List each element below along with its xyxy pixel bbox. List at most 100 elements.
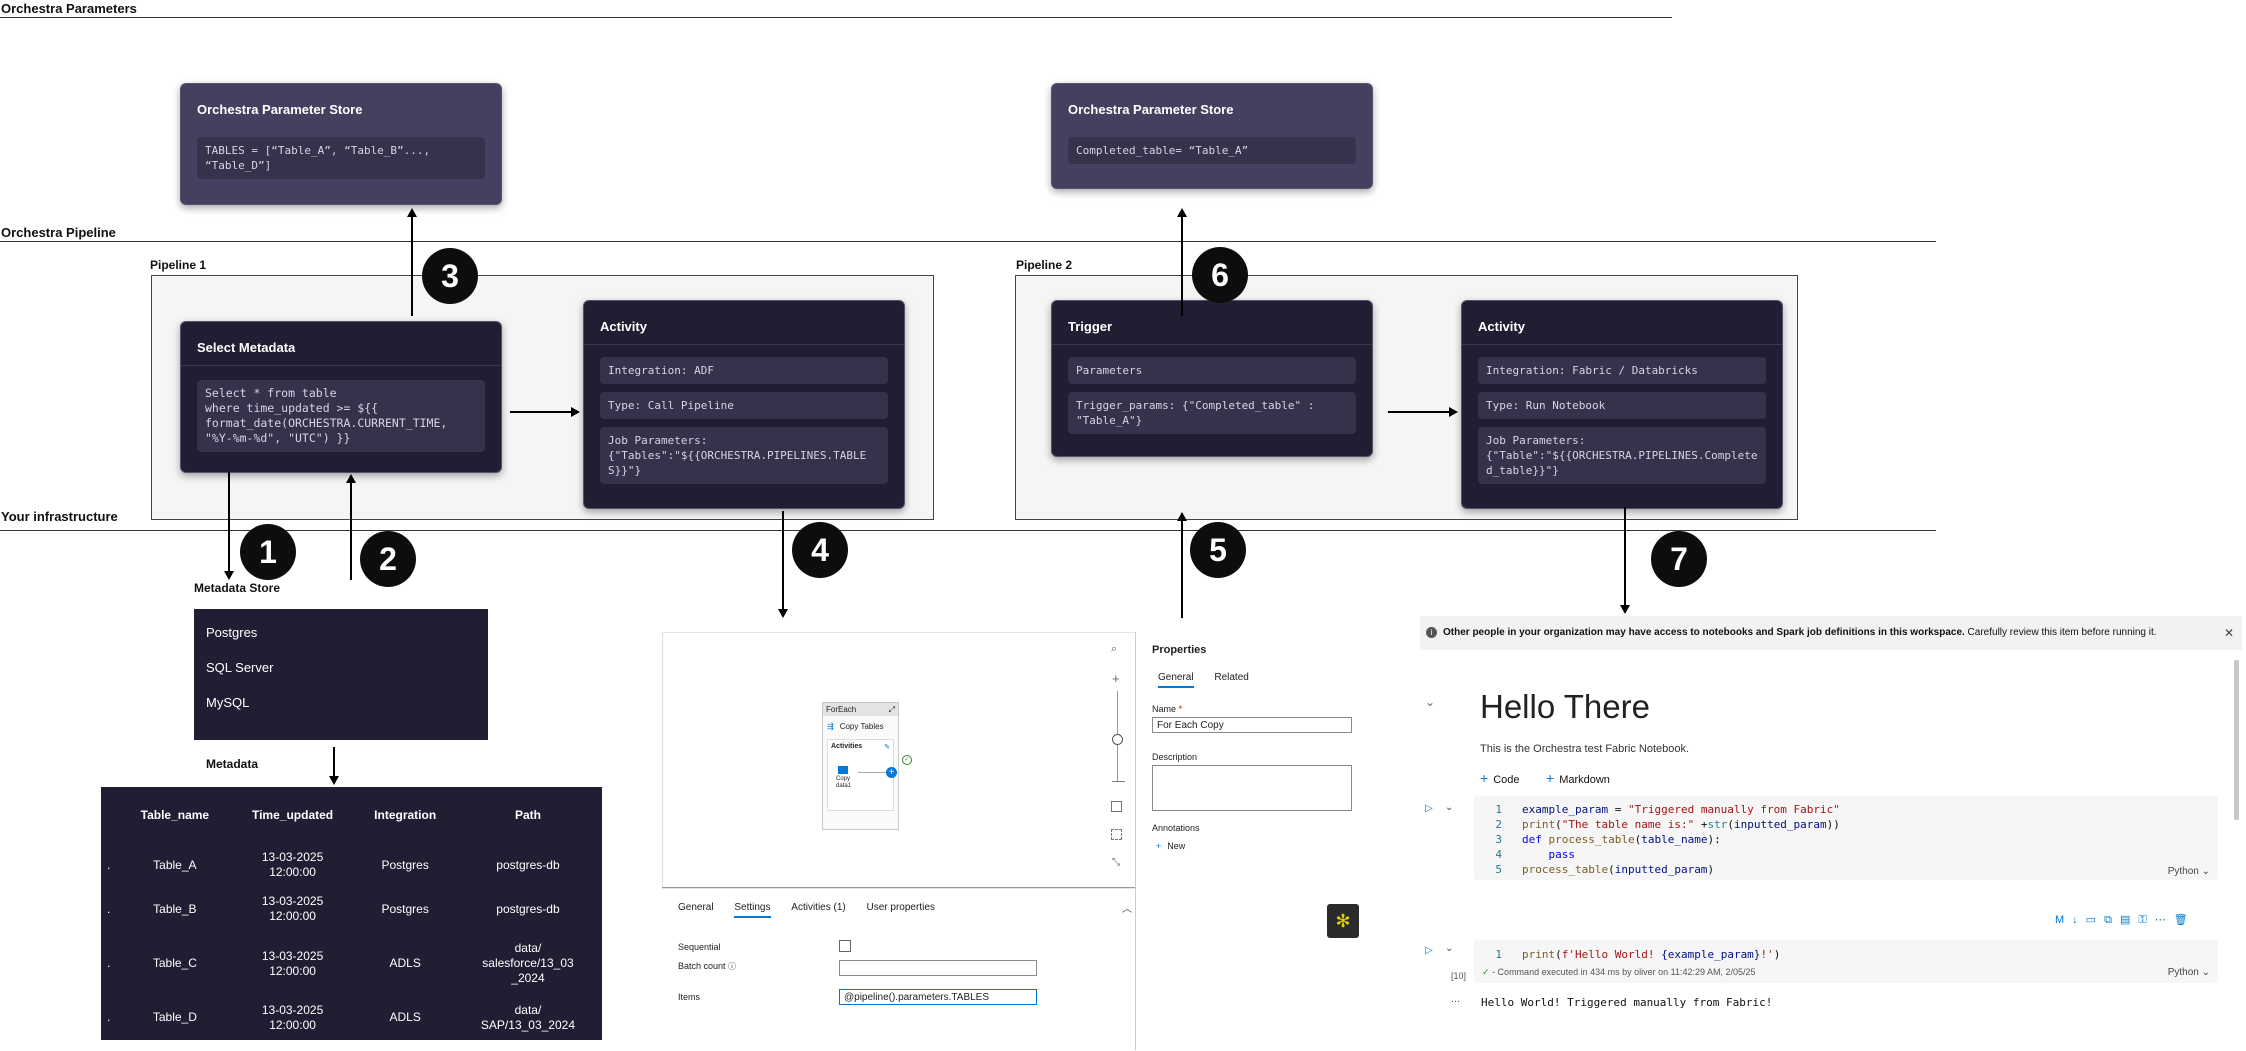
items-label: Items [678,992,701,1002]
metadata-table: Table_name Time_updated Integration Path… [101,787,602,1040]
output-ellipsis[interactable]: ... [1451,993,1460,1005]
arrow-head [346,474,356,483]
arrow-1-line [228,472,230,572]
assistant-icon[interactable]: ✻ [1327,904,1359,938]
divider-params [0,17,1672,18]
tab-user-properties[interactable]: User properties [867,902,935,916]
annotations-label: Annotations [1152,823,1200,833]
tab-general[interactable]: General [678,902,714,916]
zoom-slider-thumb[interactable] [1112,734,1123,745]
scrollbar[interactable] [2234,660,2239,820]
language-label: Python [2167,866,2199,877]
edit-icon[interactable]: ✎ [884,743,890,751]
param-store-2-code: Completed_table= “Table_A” [1068,137,1356,164]
code-line: 2 print("The table name is:" +str(inputte… [1495,818,1840,831]
cell-integration: Postgres [381,901,429,916]
copy-icon[interactable]: ⧉ [2104,914,2120,926]
select-metadata-code: Select * from table where time_updated >… [197,380,485,452]
markdown-toggle-icon[interactable]: M↓ [2055,914,2086,926]
plus-icon: + [1156,841,1162,851]
pipeline-2-label: Pipeline 2 [1016,258,1073,272]
more-icon[interactable]: ⋯ [2155,914,2174,926]
code-cell-1[interactable]: 1 example_param = "Triggered manually fro… [1474,796,2218,880]
code-editor[interactable]: 1 print(f'Hello World! {example_param}!') [1474,940,2218,962]
sequential-checkbox[interactable] [839,940,851,952]
collapse-chevron-icon[interactable]: ⌄ [1425,695,1435,709]
new-annotation-button[interactable]: + New [1156,841,1185,851]
split-icon[interactable]: ▤ [2120,914,2138,926]
add-activity-icon[interactable]: + [886,767,897,778]
run-cell-icon[interactable]: ▷ [1425,803,1433,814]
search-icon[interactable]: ⌕ [1111,643,1117,656]
arrow-head [224,571,234,580]
arrow-head [1177,208,1187,217]
run-cell-icon[interactable]: ▷ [1425,945,1433,956]
lock-icon[interactable]: ⚿ [2138,914,2154,926]
code-cell-2[interactable]: 1 print(f'Hello World! {example_param}!')… [1474,940,2218,983]
step-7-badge: 7 [1651,531,1707,587]
zoom-out-icon[interactable]: — [1112,773,1125,788]
description-label: Description [1152,752,1198,762]
cell-collapse-icon[interactable]: ⌄ [1445,943,1453,954]
table-header-row: Table_name Time_updated Integration Path [101,787,602,843]
expand-icon[interactable]: ⤢ [889,703,895,716]
execution-counter: [10] [1451,971,1467,981]
batch-count-input[interactable] [839,960,1037,976]
new-annotation-label: New [1167,841,1186,851]
arrow-5-line [1181,520,1183,618]
cell-time-updated: 13-03-2025 12:00:00 [261,1002,324,1032]
add-markdown-button[interactable]: + Markdown [1546,770,1610,786]
cell-table-name: Table_B [153,901,197,916]
divider-pipeline [0,241,1936,242]
cell-integration: ADLS [389,956,421,970]
sequential-label: Sequential [678,942,721,952]
add-code-label: Code [1493,774,1520,786]
execution-status: ✓ - Command executed in 434 ms by oliver… [1482,967,1756,978]
section-label-params: Orchestra Parameters [1,1,137,16]
fit-screen-icon[interactable] [1111,801,1122,812]
fabric-notebook: i Other people in your organization may h… [1418,615,2246,1050]
cell-table-name: Table_A [153,857,197,872]
plus-icon: + [1546,770,1555,786]
arrow-head [1449,407,1458,417]
cell-toolbar: M↓▭⧉▤⚿⋯🗑 [2055,913,2196,927]
comment-icon[interactable]: ▭ [2086,914,2104,926]
pipeline-2-activity-title: Activity [1462,301,1782,345]
foreach-activity-node[interactable]: ForEach ⤢ ⇶ Copy Tables Activities ✎ Cop… [822,702,899,830]
activities-container: Activities ✎ Copy data1 + [827,739,897,811]
collapse-icon[interactable]: ⤡ [1112,857,1120,868]
table-row: . Table_C 13-03-2025 12:00:00 ADLS data/… [101,931,602,996]
tab-related[interactable]: Related [1214,672,1248,686]
code-line: 1 example_param = "Triggered manually fro… [1495,803,1840,816]
pipeline-1-activity-card: Activity Integration: ADF Type: Call Pip… [583,300,905,509]
step-4-badge: 4 [792,522,848,578]
description-input[interactable] [1152,765,1352,811]
copy-data-label: Copy data1 [836,776,852,789]
name-input[interactable]: For Each Copy [1152,717,1352,733]
copy-tables-label: Copy Tables [839,722,884,731]
batch-count-label: Batch count [678,961,726,971]
language-selector[interactable]: Python ⌄ [2168,967,2210,978]
zoom-in-icon[interactable]: + [1112,671,1120,686]
items-input[interactable]: @pipeline().parameters.TABLES [839,989,1037,1005]
add-code-button[interactable]: + Code [1480,770,1519,786]
auto-align-icon[interactable] [1111,829,1122,840]
close-icon[interactable]: ✕ [2224,616,2234,650]
cell-collapse-icon[interactable]: ⌄ [1445,802,1453,813]
language-selector[interactable]: Python ⌄ [2168,866,2210,877]
tab-activities[interactable]: Activities (1) [791,902,845,916]
cell-integration: ADLS [389,1010,421,1025]
foreach-label: ForEach [826,705,857,714]
param-store-2: Orchestra Parameter Store Completed_tabl… [1051,83,1373,189]
section-label-infra: Your infrastructure [1,509,118,524]
info-icon: ⓘ [728,962,737,971]
check-icon: ✓ [1482,967,1490,977]
trigger-title: Trigger [1052,301,1372,345]
arrow-6-line [1181,216,1183,316]
tab-general[interactable]: General [1158,672,1194,688]
chevron-up-icon[interactable]: ︿ [1122,900,1132,915]
delete-icon[interactable]: 🗑 [2174,914,2196,926]
tab-settings[interactable]: Settings [734,902,771,918]
trigger-params-code: Trigger_params: {"Completed_table" : "Ta… [1068,392,1356,434]
code-editor[interactable]: 1 example_param = "Triggered manually fro… [1474,796,2218,877]
